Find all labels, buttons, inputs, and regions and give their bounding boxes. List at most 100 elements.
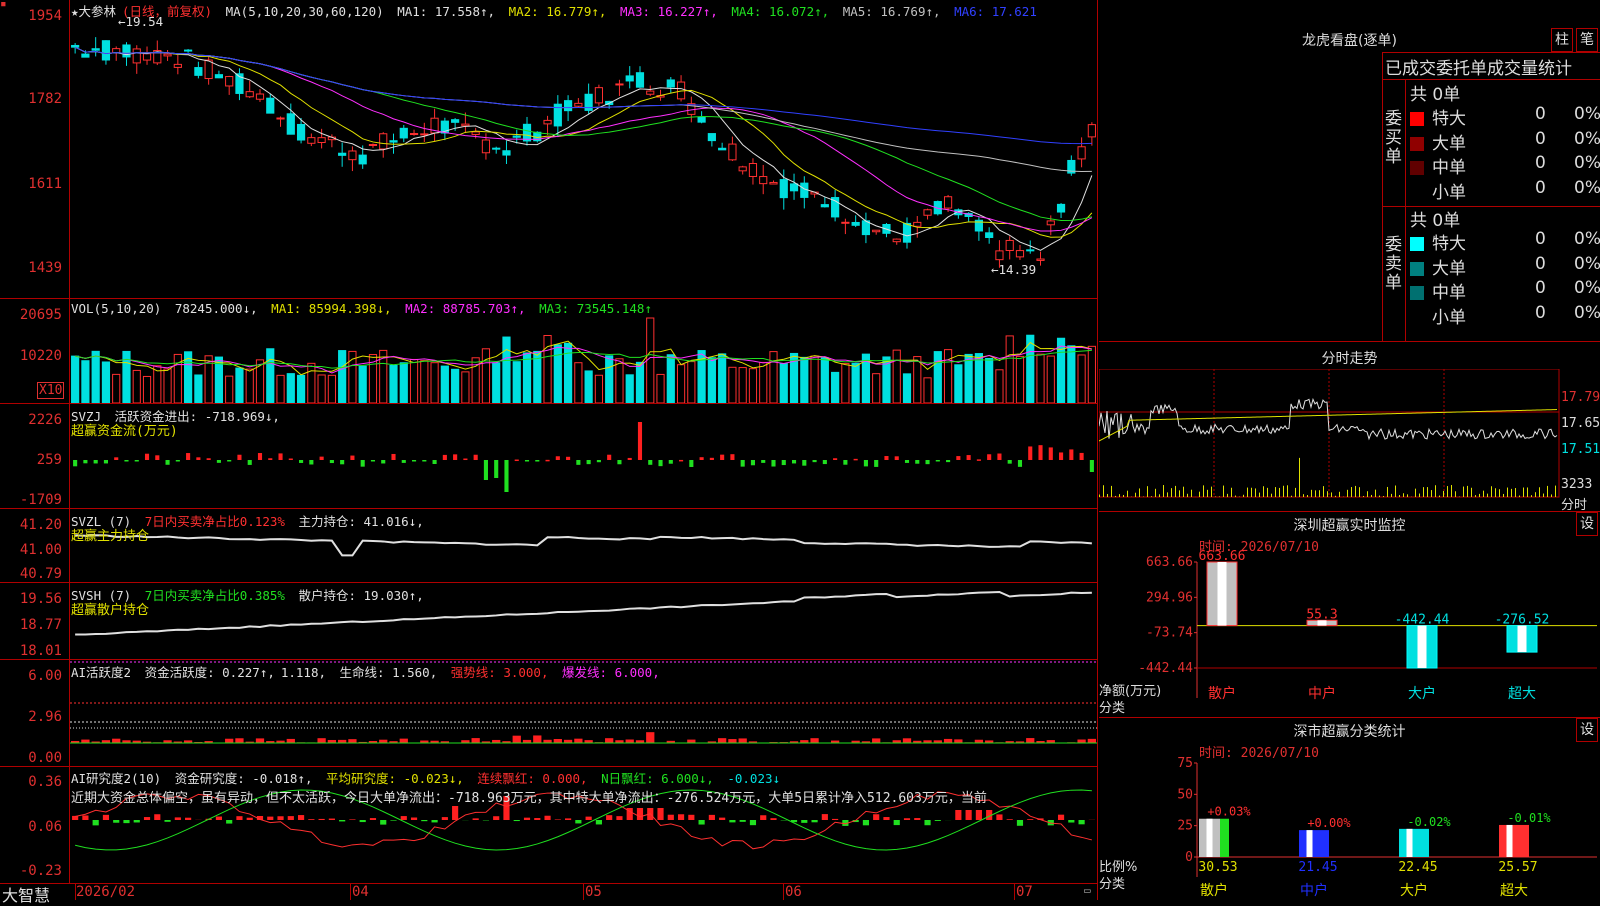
intraday-vol-bar (1355, 486, 1356, 497)
bar-mode-button[interactable]: 柱 (1551, 28, 1573, 52)
candle-body (123, 45, 130, 57)
class-bar-edge (1220, 819, 1229, 857)
volume-bar (986, 358, 993, 403)
fundflow-bar (135, 460, 139, 462)
intraday-vol-bar (1527, 487, 1528, 497)
research-bar (719, 818, 725, 820)
research-bar (473, 818, 479, 820)
candle-body (246, 92, 253, 97)
sell-total: 共 0单 (1410, 206, 1460, 230)
candle-body (708, 134, 715, 141)
candle-body (636, 73, 643, 87)
order-count: 0 (1535, 129, 1546, 149)
pen-mode-button[interactable]: 笔 (1576, 28, 1598, 52)
candle-body (215, 75, 222, 78)
divider (1382, 52, 1383, 341)
fundflow-bar (854, 459, 858, 461)
intraday-vol-bar (1275, 487, 1276, 497)
candle-body (523, 124, 530, 141)
candle-body (164, 54, 171, 56)
fundflow-bar (381, 460, 385, 463)
research-bar (1068, 820, 1074, 823)
volume-bar (441, 366, 448, 403)
divider (1099, 511, 1600, 512)
research-bar (606, 815, 612, 820)
ai2-header: AI研究度2(10) (71, 771, 161, 786)
svzj-title: 超赢资金流(万元) (71, 420, 178, 439)
intraday-vol-bar (1451, 485, 1452, 497)
research-bar (678, 814, 684, 820)
candle-body (647, 91, 654, 94)
fundflow-bar (525, 460, 529, 462)
intraday-vol-bar (1531, 495, 1532, 497)
research-bar (308, 819, 314, 820)
fundflow-bar (761, 460, 765, 463)
candle-body (1027, 250, 1034, 251)
order-type: 小单 (1432, 183, 1466, 203)
svzl-tick: 40.79 (0, 566, 62, 582)
monitor-tick-label: 294.96 (1146, 590, 1193, 605)
intraday-vol-bar (1467, 486, 1468, 497)
research-bar (914, 818, 920, 820)
intraday-vol-bar (1399, 495, 1400, 497)
volume-bar (708, 358, 715, 403)
intraday-chart[interactable] (1099, 369, 1600, 511)
candle-body (256, 94, 263, 99)
activity-bar (605, 738, 613, 743)
research-bar (883, 817, 889, 820)
candle-body (462, 124, 469, 126)
research-bar (329, 819, 335, 820)
menu-icon[interactable]: ▪ (0, 0, 8, 8)
intraday-vol-bar (1175, 486, 1176, 497)
monitor-tick-label: -73.74 (1146, 626, 1193, 641)
candle-body (482, 140, 489, 153)
intraday-vol-bar (1499, 489, 1500, 497)
monitor-title: 深圳超赢实时监控 (1099, 515, 1600, 535)
fundflow-bar (186, 453, 190, 460)
candle-body (944, 197, 951, 208)
intraday-vol-bar (1519, 495, 1520, 497)
fundflow-bar (720, 455, 724, 460)
volume-bar (565, 343, 572, 403)
class-bar-highlight (1207, 819, 1213, 857)
research-bar (236, 816, 242, 820)
intraday-vol-bar (1191, 490, 1192, 497)
intraday-vol-bar (1147, 486, 1148, 497)
intraday-vol-bar (1251, 488, 1252, 497)
candle-body (749, 164, 756, 177)
svzl-hold: 主力持仓: 41.016↓, (298, 514, 423, 529)
volume-bar (359, 366, 366, 403)
fundflow-bar (166, 460, 170, 465)
candle-body (893, 239, 900, 242)
fundflow-bar (628, 458, 632, 460)
order-color-swatch (1410, 161, 1424, 175)
x-tick: 07 (1016, 884, 1033, 900)
activity-bar (112, 739, 120, 743)
class-settings-button[interactable]: 设 (1576, 718, 1598, 742)
lock-icon[interactable]: ▭ (1084, 884, 1091, 897)
intraday-vol-bar (1159, 494, 1160, 497)
candle-body (82, 54, 89, 57)
activity-bar (513, 736, 521, 743)
research-bar (637, 808, 643, 820)
research-bar (493, 816, 499, 820)
intraday-tick: 17.65 (1561, 416, 1600, 431)
research-bar (699, 820, 705, 825)
monitor-settings-button[interactable]: 设 (1576, 512, 1598, 536)
class-value-label: 25.57 (1498, 860, 1537, 875)
volume-bar (821, 358, 828, 403)
research-bar (832, 819, 838, 820)
intraday-vol-bar (1419, 494, 1420, 497)
research-bar (113, 820, 119, 823)
order-color-swatch (1410, 112, 1424, 126)
class-category-label: 散户 (1200, 882, 1228, 899)
research-bar (770, 818, 776, 820)
kline-chart-area[interactable]: ★大参林(日线，前复权) MA(5,10,20,30,60,120) MA1: … (0, 0, 1098, 900)
class-category-label: 超大 (1500, 883, 1528, 899)
intraday-vol-tick: 3233 (1561, 477, 1592, 492)
volume-bar (246, 369, 253, 403)
svzl-tick: 41.20 (0, 517, 62, 533)
volume-bar (770, 352, 777, 403)
candle-body (410, 134, 417, 135)
research-bar (822, 814, 828, 820)
